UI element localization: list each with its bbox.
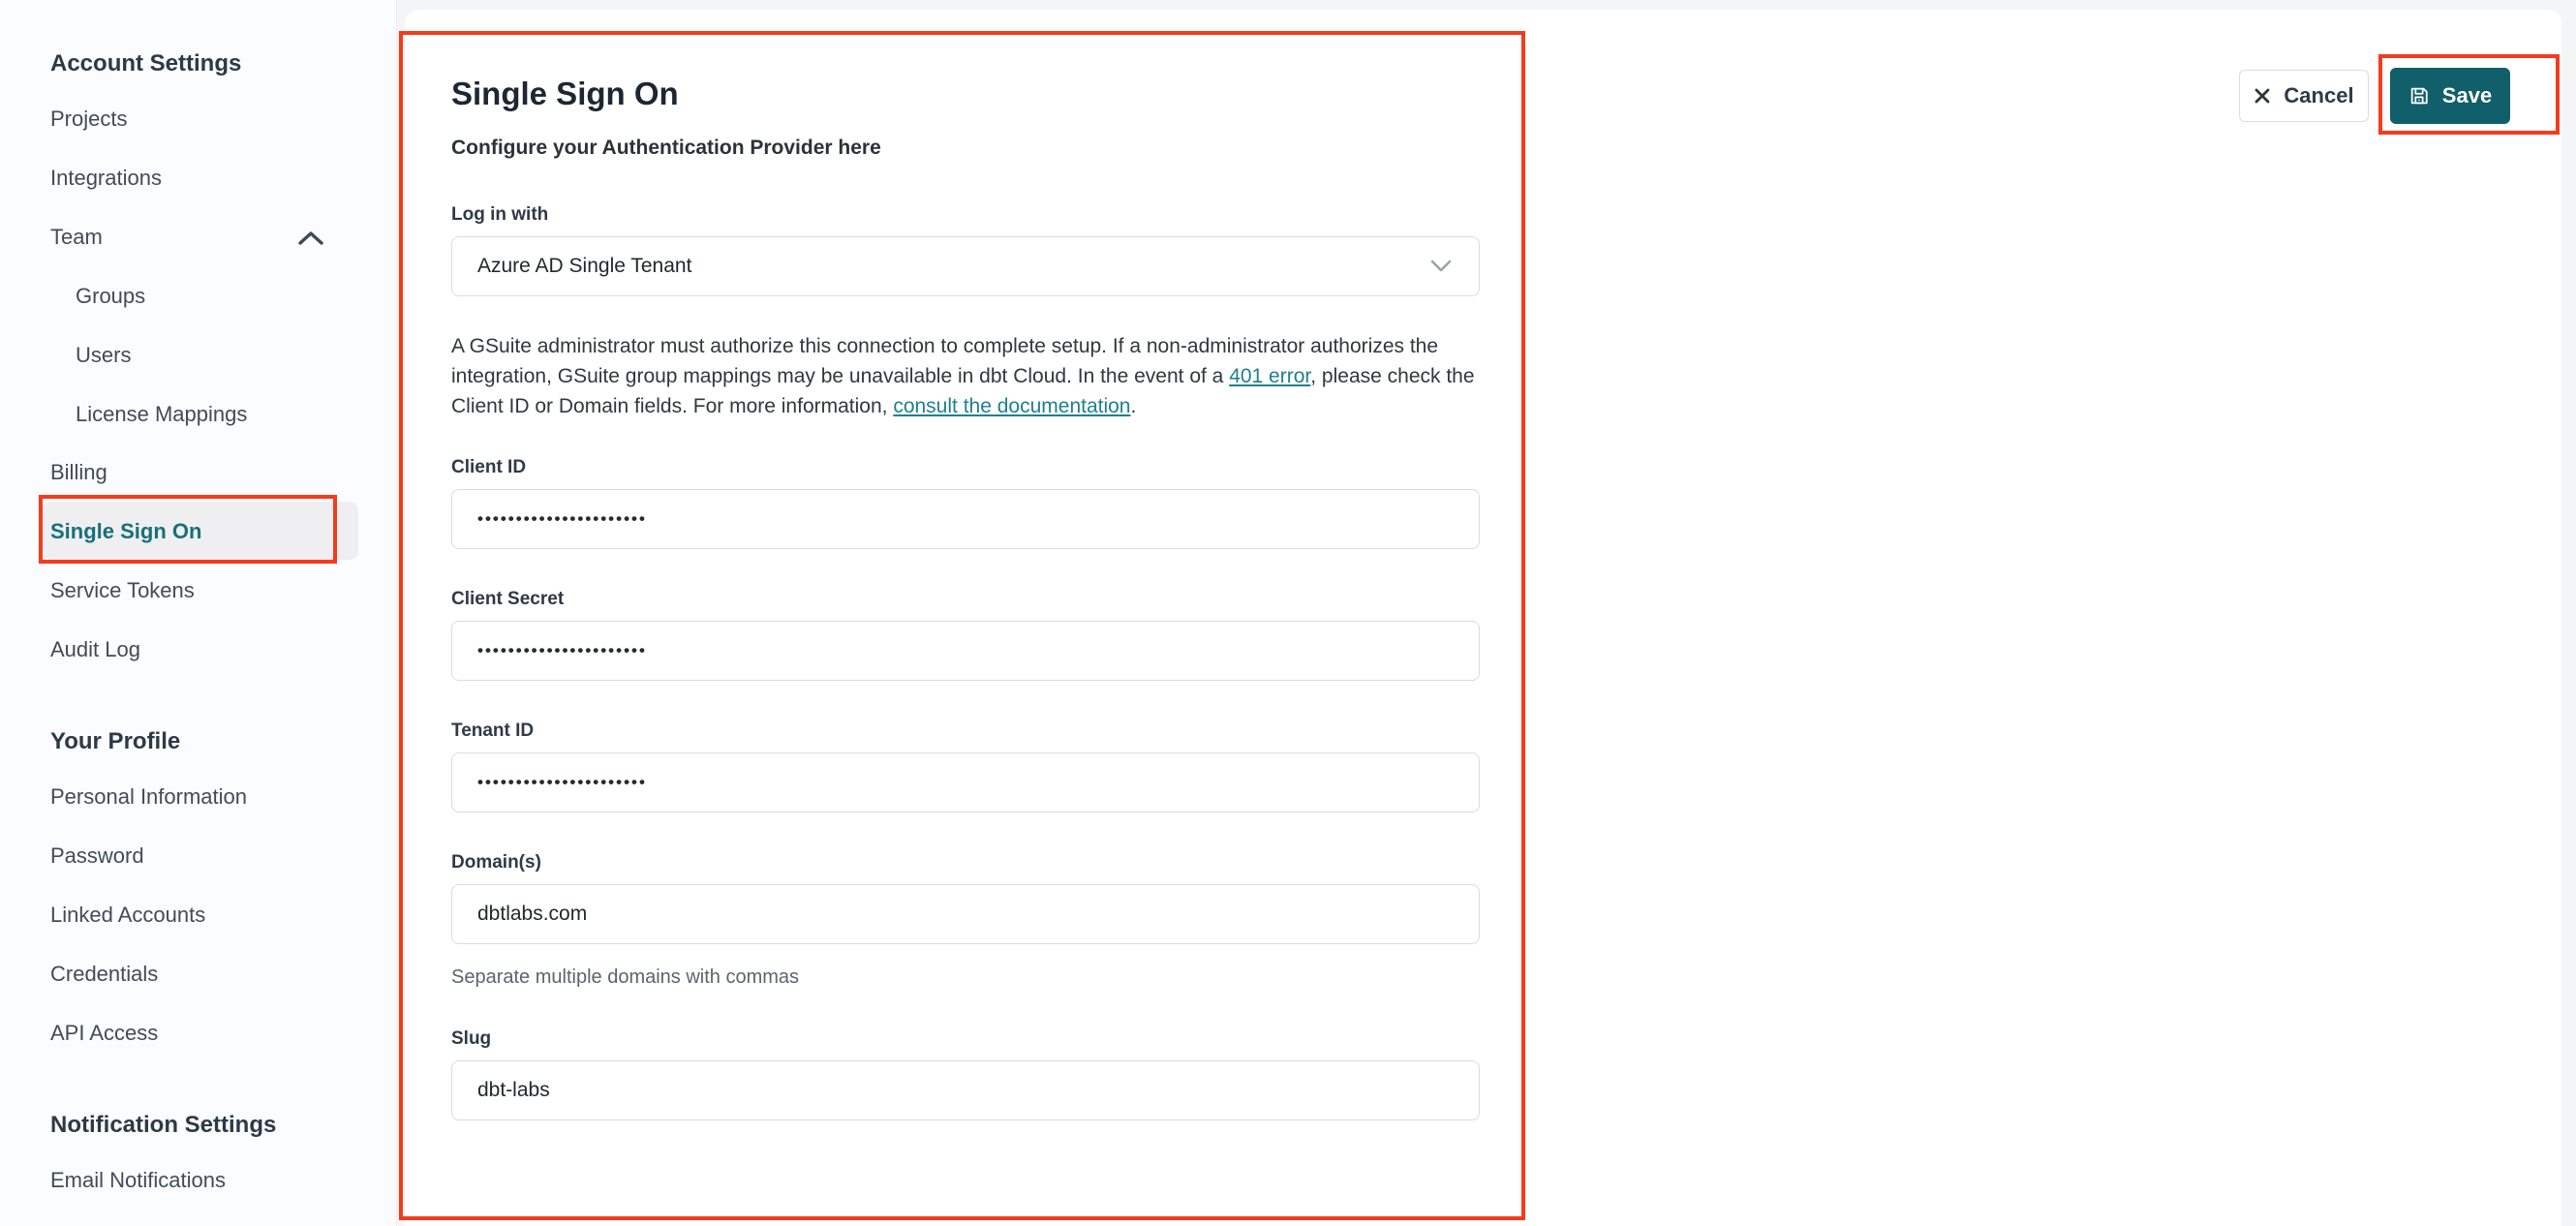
- login-with-select[interactable]: Azure AD Single Tenant: [451, 236, 1480, 296]
- sidebar-item-integrations[interactable]: Integrations: [50, 166, 162, 191]
- slug-field[interactable]: [451, 1060, 1480, 1120]
- client-secret-group: Client Secret: [451, 588, 1480, 681]
- sso-settings-content: Single Sign On Configure your Authentica…: [451, 76, 1480, 1159]
- sidebar-item-audit-log[interactable]: Audit Log: [50, 637, 140, 662]
- 401-error-link[interactable]: 401 error: [1229, 365, 1310, 387]
- sidebar-item-personal-information[interactable]: Personal Information: [50, 784, 247, 810]
- save-button-label: Save: [2441, 83, 2493, 107]
- sidebar-item-password[interactable]: Password: [50, 843, 144, 869]
- domains-helper-text: Separate multiple domains with commas: [451, 966, 800, 988]
- sidebar-item-billing[interactable]: Billing: [50, 460, 107, 485]
- sidebar-section-your-profile: Your Profile: [50, 728, 181, 754]
- close-icon: [2254, 87, 2271, 105]
- tenant-id-label: Tenant ID: [451, 720, 535, 741]
- login-with-selected-value: Azure AD Single Tenant: [477, 255, 692, 277]
- documentation-link[interactable]: consult the documentation: [893, 395, 1130, 417]
- sidebar-item-linked-accounts[interactable]: Linked Accounts: [50, 903, 205, 928]
- domains-group: Domain(s) Separate multiple domains with…: [451, 851, 1480, 989]
- client-id-field[interactable]: [451, 489, 1480, 549]
- chevron-down-icon: [1428, 258, 1454, 275]
- slug-group: Slug: [451, 1027, 1480, 1120]
- cancel-button[interactable]: Cancel: [2239, 70, 2369, 122]
- gsuite-info-text: A GSuite administrator must authorize th…: [451, 331, 1480, 421]
- login-with-label: Log in with: [451, 204, 549, 225]
- settings-sidebar: Account Settings Projects Integrations T…: [0, 0, 397, 1226]
- client-secret-label: Client Secret: [451, 589, 565, 609]
- cancel-button-label: Cancel: [2284, 83, 2354, 107]
- sidebar-item-team[interactable]: Team: [50, 225, 103, 250]
- sidebar-section-notification-settings: Notification Settings: [50, 1112, 277, 1138]
- domains-field[interactable]: [451, 884, 1480, 944]
- info-text-part3: .: [1130, 395, 1137, 417]
- sidebar-item-users[interactable]: Users: [76, 343, 131, 368]
- sidebar-item-single-sign-on[interactable]: Single Sign On: [50, 519, 201, 544]
- domains-label: Domain(s): [451, 852, 541, 873]
- sidebar-section-account-settings: Account Settings: [50, 50, 242, 77]
- sidebar-item-groups[interactable]: Groups: [76, 284, 145, 309]
- client-secret-field[interactable]: [451, 621, 1480, 681]
- sidebar-item-license-mappings[interactable]: License Mappings: [76, 402, 247, 427]
- sidebar-item-projects[interactable]: Projects: [50, 107, 127, 132]
- page-subtitle: Configure your Authentication Provider h…: [451, 137, 881, 159]
- sidebar-item-credentials[interactable]: Credentials: [50, 962, 158, 987]
- chevron-up-icon[interactable]: [296, 229, 325, 250]
- save-icon: [2408, 85, 2430, 107]
- slug-label: Slug: [451, 1028, 492, 1049]
- tenant-id-field[interactable]: [451, 752, 1480, 812]
- save-button[interactable]: Save: [2390, 68, 2510, 124]
- sidebar-item-service-tokens[interactable]: Service Tokens: [50, 578, 195, 603]
- page-title: Single Sign On: [451, 76, 679, 111]
- client-id-group: Client ID: [451, 456, 1480, 549]
- sidebar-item-api-access[interactable]: API Access: [50, 1021, 158, 1046]
- tenant-id-group: Tenant ID: [451, 720, 1480, 812]
- client-id-label: Client ID: [451, 457, 527, 477]
- sidebar-item-email-notifications[interactable]: Email Notifications: [50, 1168, 226, 1193]
